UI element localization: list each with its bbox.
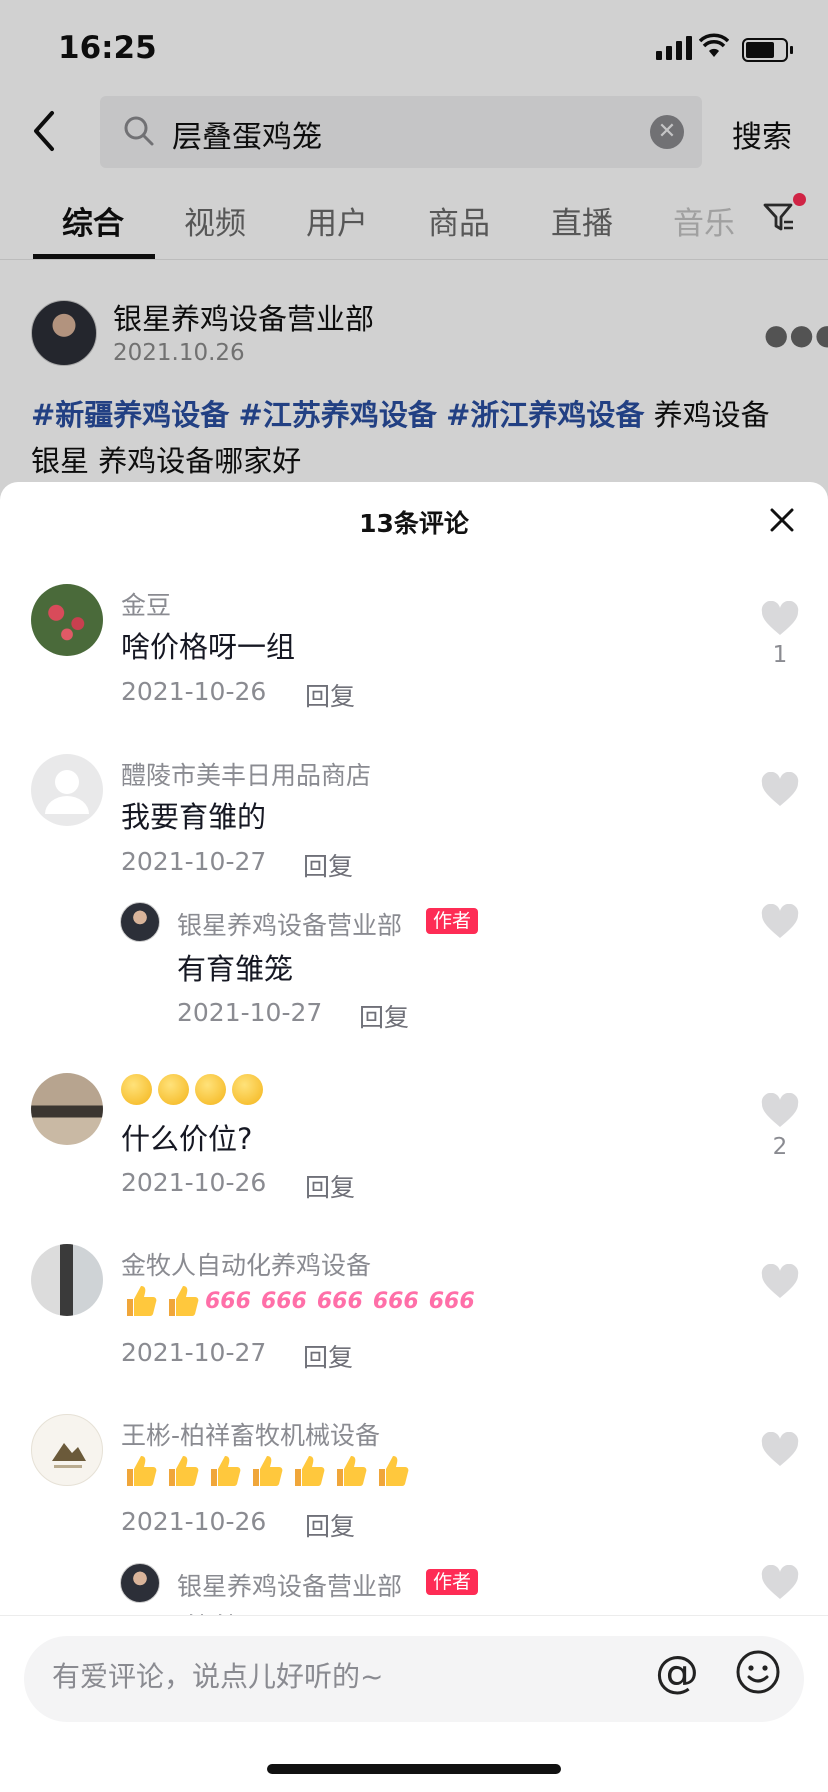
comment-date: 2021-10-26 xyxy=(121,1168,267,1197)
post-caption: #新疆养鸡设备 #江苏养鸡设备 #浙江养鸡设备 养鸡设备 银星 养鸡设备哪家好 xyxy=(31,392,801,484)
reply-button[interactable]: 回复 xyxy=(305,1507,355,1543)
comment-date: 2021-10-27 xyxy=(121,847,267,876)
battery-icon xyxy=(742,38,793,62)
caption-text-line2: 银星 养鸡设备哪家好 xyxy=(31,444,302,478)
tab-products[interactable]: 商品 xyxy=(428,198,490,243)
tab-video[interactable]: 视频 xyxy=(184,198,246,243)
post-author-avatar[interactable] xyxy=(31,300,97,366)
comment-text: 什么价位? xyxy=(121,1122,253,1156)
comment-avatar[interactable] xyxy=(31,1073,103,1145)
close-icon[interactable] xyxy=(762,496,802,544)
thumbs-up-emoji-icon xyxy=(211,1456,241,1486)
back-arrow-icon[interactable] xyxy=(28,104,72,158)
heart-icon[interactable] xyxy=(760,771,800,812)
reply-avatar[interactable] xyxy=(120,1563,160,1603)
author-badge: 作者 xyxy=(426,908,479,934)
thumbs-up-emoji-icon xyxy=(379,1456,409,1486)
emoji-icon[interactable] xyxy=(734,1648,782,1696)
comment-avatar[interactable] xyxy=(31,584,103,656)
reply-username[interactable]: 银星养鸡设备营业部 xyxy=(177,906,402,942)
666-emoji-icon: 666 xyxy=(260,1288,307,1314)
post-author-name[interactable]: 银星养鸡设备营业部 xyxy=(113,296,374,338)
comment-emoji-text xyxy=(121,1452,415,1490)
search-box[interactable]: 层叠蛋鸡笼 ✕ xyxy=(100,96,702,168)
cellular-signal-icon xyxy=(656,36,692,60)
thumbs-up-emoji-icon xyxy=(337,1456,367,1486)
comment-date: 2021-10-26 xyxy=(121,677,267,706)
heart-icon[interactable] xyxy=(760,903,800,944)
like-count: 1 xyxy=(772,642,788,668)
input-divider xyxy=(0,1615,828,1616)
status-time: 16:25 xyxy=(58,30,157,66)
comments-count-title: 13条评论 xyxy=(359,509,469,538)
clear-icon[interactable]: ✕ xyxy=(650,115,684,149)
thumbs-up-emoji-icon xyxy=(127,1456,157,1486)
comment-text: 我要育雏的 xyxy=(121,800,267,834)
wifi-icon xyxy=(698,33,730,64)
tab-comprehensive[interactable]: 综合 xyxy=(62,198,124,243)
hashtag-link[interactable]: #江苏养鸡设备 xyxy=(239,398,437,432)
tabs-divider xyxy=(0,259,828,260)
reply-username[interactable]: 银星养鸡设备营业部 xyxy=(177,1567,402,1603)
comment-avatar-logo[interactable] xyxy=(31,1414,103,1486)
filter-icon[interactable] xyxy=(762,200,796,234)
666-emoji-icon: 666 xyxy=(372,1288,419,1314)
hashtag-link[interactable]: #浙江养鸡设备 xyxy=(446,398,644,432)
more-icon[interactable]: ●●● xyxy=(764,318,828,351)
caption-text: 养鸡设备 xyxy=(653,398,770,432)
search-button[interactable]: 搜索 xyxy=(732,112,792,156)
search-query[interactable]: 层叠蛋鸡笼 xyxy=(172,112,322,156)
filter-notification-dot xyxy=(793,193,806,206)
tab-music[interactable]: 音乐 xyxy=(673,198,735,243)
comment-date: 2021-10-27 xyxy=(121,1338,267,1367)
smile-emoji-icon xyxy=(232,1074,263,1105)
comment-text: 啥价格呀一组 xyxy=(121,630,296,664)
thumbs-up-emoji-icon xyxy=(127,1286,157,1316)
heart-icon[interactable] xyxy=(760,600,800,641)
tab-live[interactable]: 直播 xyxy=(551,198,613,243)
heart-icon[interactable] xyxy=(760,1263,800,1304)
thumbs-up-emoji-icon xyxy=(169,1286,199,1316)
666-emoji-icon: 666 xyxy=(316,1288,363,1314)
smile-emoji-icon xyxy=(121,1074,152,1105)
comment-emoji-text: 666 666 666 666 666 xyxy=(121,1282,485,1320)
post-date: 2021.10.26 xyxy=(113,340,245,366)
home-indicator xyxy=(267,1764,561,1774)
heart-icon[interactable] xyxy=(760,1564,800,1605)
comment-username-emoji[interactable] xyxy=(121,1074,269,1105)
search-icon xyxy=(122,114,156,148)
smile-emoji-icon xyxy=(195,1074,226,1105)
comment-date: 2021-10-26 xyxy=(121,1507,267,1536)
tab-users[interactable]: 用户 xyxy=(306,198,368,243)
reply-date: 2021-10-27 xyxy=(177,998,323,1027)
reply-button[interactable]: 回复 xyxy=(303,1338,353,1374)
comment-avatar[interactable] xyxy=(31,1244,103,1316)
comment-username[interactable]: 醴陵市美丰日用品商店 xyxy=(121,756,371,792)
comment-username[interactable]: 金豆 xyxy=(121,586,171,622)
at-icon[interactable]: @ xyxy=(652,1648,702,1698)
reply-button[interactable]: 回复 xyxy=(359,998,409,1034)
reply-text: 有育雏笼 xyxy=(177,952,294,986)
comment-avatar-default[interactable] xyxy=(31,754,103,826)
comment-username[interactable]: 王彬-柏祥畜牧机械设备 xyxy=(121,1416,380,1452)
comment-input[interactable] xyxy=(52,1660,612,1693)
reply-button[interactable]: 回复 xyxy=(303,847,353,883)
smile-emoji-icon xyxy=(158,1074,189,1105)
comment-username[interactable]: 金牧人自动化养鸡设备 xyxy=(121,1246,371,1282)
heart-icon[interactable] xyxy=(760,1092,800,1133)
thumbs-up-emoji-icon xyxy=(169,1456,199,1486)
reply-avatar[interactable] xyxy=(120,902,160,942)
heart-icon[interactable] xyxy=(760,1431,800,1472)
666-emoji-icon: 666 xyxy=(205,1288,251,1314)
reply-button[interactable]: 回复 xyxy=(305,1168,355,1204)
reply-button[interactable]: 回复 xyxy=(305,677,355,713)
author-badge: 作者 xyxy=(426,1569,479,1595)
thumbs-up-emoji-icon xyxy=(253,1456,283,1486)
hashtag-link[interactable]: #新疆养鸡设备 xyxy=(31,398,229,432)
like-count: 2 xyxy=(772,1134,788,1160)
thumbs-up-emoji-icon xyxy=(295,1456,325,1486)
666-emoji-icon: 666 xyxy=(428,1288,475,1314)
